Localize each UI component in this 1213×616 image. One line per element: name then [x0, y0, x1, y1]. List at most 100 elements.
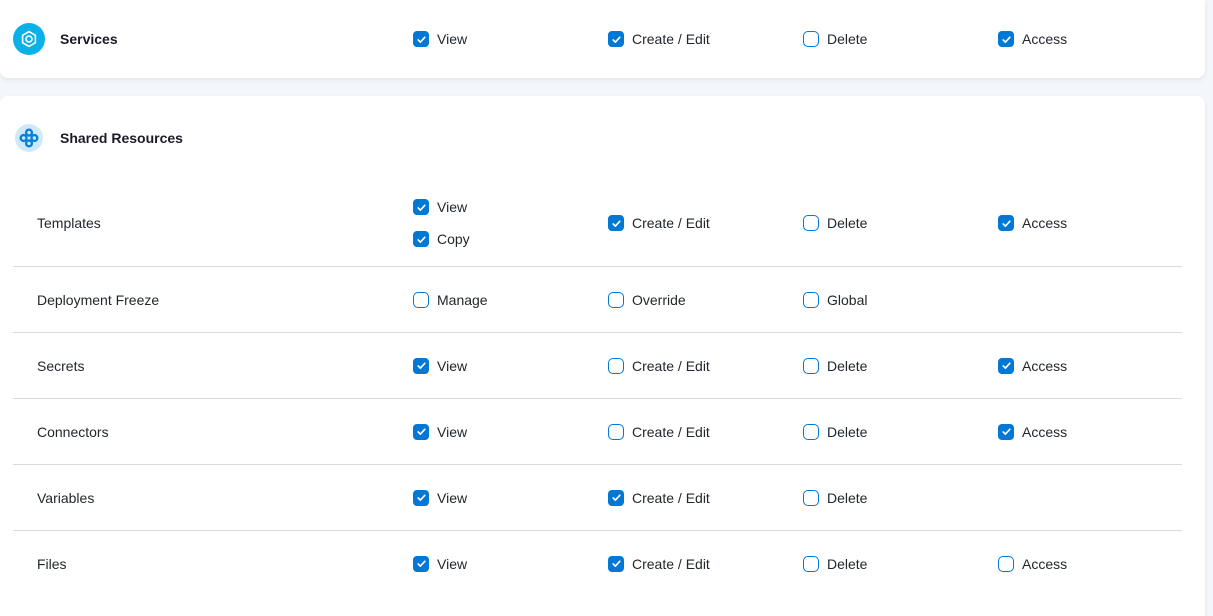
services-section: Services View Create / Edit Delete Access [0, 0, 1205, 78]
permission-checkbox-delete[interactable]: Delete [803, 211, 867, 235]
permission-label: Create / Edit [632, 358, 710, 374]
permission-label: Delete [827, 215, 867, 231]
permission-cell: Create / Edit [608, 420, 803, 444]
resource-row-templates: TemplatesViewCopyCreate / EditDeleteAcce… [0, 180, 1205, 266]
permission-checkbox-view[interactable]: View [413, 354, 467, 378]
permission-cell: Access [998, 27, 1205, 51]
permission-label: Access [1022, 31, 1067, 47]
permission-cell: Global [803, 288, 998, 312]
permission-label: Create / Edit [632, 424, 710, 440]
resource-row-secrets: SecretsViewCreate / EditDeleteAccess [0, 333, 1205, 398]
checkbox-checked-icon [608, 215, 624, 231]
permission-cell: Create / Edit [608, 486, 803, 510]
permission-label: Override [632, 292, 686, 308]
permission-label: Create / Edit [632, 556, 710, 572]
permission-cell: View [413, 27, 608, 51]
permission-cell: View Copy [413, 195, 608, 251]
resource-row-label: Variables [13, 490, 413, 506]
permission-checkbox-create-edit[interactable]: Create / Edit [608, 354, 710, 378]
checkbox-checked-icon [608, 31, 624, 47]
checkbox-unchecked-icon [998, 556, 1014, 572]
permission-checkbox-access[interactable]: Access [998, 552, 1067, 576]
permission-label: Access [1022, 556, 1067, 572]
permission-checkbox-view[interactable]: View [413, 420, 467, 444]
checkbox-checked-icon [413, 31, 429, 47]
permission-label: Access [1022, 215, 1067, 231]
checkbox-unchecked-icon [608, 292, 624, 308]
permission-checkbox-delete[interactable]: Delete [803, 354, 867, 378]
permission-checkbox-create-edit[interactable]: Create / Edit [608, 486, 710, 510]
shared-resources-header: Shared Resources [0, 96, 1205, 180]
permission-cell: Create / Edit [608, 552, 803, 576]
permission-label: Delete [827, 556, 867, 572]
permission-label: Delete [827, 490, 867, 506]
permission-label: View [437, 424, 467, 440]
permission-cell: Delete [803, 354, 998, 378]
permission-checkbox-copy[interactable]: Copy [413, 227, 470, 251]
permission-checkbox-view[interactable]: View [413, 27, 467, 51]
permission-checkbox-global[interactable]: Global [803, 288, 867, 312]
permission-label: Global [827, 292, 867, 308]
permission-cell: Access [998, 552, 1205, 576]
checkbox-checked-icon [413, 358, 429, 374]
permission-checkbox-access[interactable]: Access [998, 354, 1067, 378]
permission-cell: Delete [803, 486, 998, 510]
permission-checkbox-override[interactable]: Override [608, 288, 686, 312]
permission-checkbox-access[interactable]: Access [998, 420, 1067, 444]
checkbox-checked-icon [998, 424, 1014, 440]
checkbox-unchecked-icon [803, 556, 819, 572]
resource-rows: TemplatesViewCopyCreate / EditDeleteAcce… [0, 180, 1205, 596]
permission-label: Delete [827, 424, 867, 440]
permission-label: View [437, 490, 467, 506]
resource-row-connectors: Connectors View Create / Edit Delete Access [0, 399, 1205, 464]
permission-cell: Create / Edit [608, 211, 803, 235]
permission-checkbox-create-edit[interactable]: Create / Edit [608, 420, 710, 444]
services-label-cell: Services [13, 23, 413, 55]
permission-checkbox-delete[interactable]: Delete [803, 552, 867, 576]
permission-checkbox-delete[interactable]: Delete [803, 486, 867, 510]
services-title: Services [60, 31, 118, 47]
permission-cell: Manage [413, 288, 608, 312]
checkbox-unchecked-icon [803, 358, 819, 374]
permission-label: View [437, 199, 467, 215]
permission-checkbox-view[interactable]: View [413, 195, 467, 219]
permission-checkbox-create-edit[interactable]: Create / Edit [608, 27, 710, 51]
checkbox-checked-icon [413, 231, 429, 247]
checkbox-checked-icon [608, 556, 624, 572]
permission-label: Copy [437, 231, 470, 247]
checkbox-unchecked-icon [803, 215, 819, 231]
resource-row-label: Deployment Freeze [13, 292, 413, 308]
checkbox-checked-icon [998, 31, 1014, 47]
permission-label: Delete [827, 31, 867, 47]
permission-checkbox-create-edit[interactable]: Create / Edit [608, 211, 710, 235]
permission-cell: Delete [803, 211, 998, 235]
permission-label: View [437, 556, 467, 572]
shared-resources-icon [15, 124, 43, 152]
permission-checkbox-delete[interactable]: Delete [803, 420, 867, 444]
permission-cell: View [413, 354, 608, 378]
checkbox-checked-icon [998, 215, 1014, 231]
shared-resources-section: Shared Resources TemplatesViewCopyCreate… [0, 96, 1205, 616]
checkbox-unchecked-icon [803, 490, 819, 506]
permission-checkbox-create-edit[interactable]: Create / Edit [608, 552, 710, 576]
checkbox-unchecked-icon [803, 31, 819, 47]
permission-cell: Delete [803, 420, 998, 444]
checkbox-unchecked-icon [803, 424, 819, 440]
checkbox-unchecked-icon [413, 292, 429, 308]
permission-checkbox-delete[interactable]: Delete [803, 27, 867, 51]
resource-row-label: Connectors [13, 424, 413, 440]
checkbox-unchecked-icon [608, 358, 624, 374]
permission-checkbox-manage[interactable]: Manage [413, 288, 488, 312]
permission-label: View [437, 31, 467, 47]
checkbox-checked-icon [413, 556, 429, 572]
permission-checkbox-access[interactable]: Access [998, 211, 1067, 235]
permission-label: Create / Edit [632, 215, 710, 231]
permission-checkbox-view[interactable]: View [413, 486, 467, 510]
permission-checkbox-access[interactable]: Access [998, 27, 1067, 51]
permission-checkbox-view[interactable]: View [413, 552, 467, 576]
permission-label: Create / Edit [632, 490, 710, 506]
resource-row-variables: Variables View Create / Edit Delete [0, 465, 1205, 530]
resource-row-deployment-freeze: Deployment FreezeManage Override Global [0, 267, 1205, 332]
permission-cell: Access [998, 211, 1205, 235]
permission-label: Create / Edit [632, 31, 710, 47]
